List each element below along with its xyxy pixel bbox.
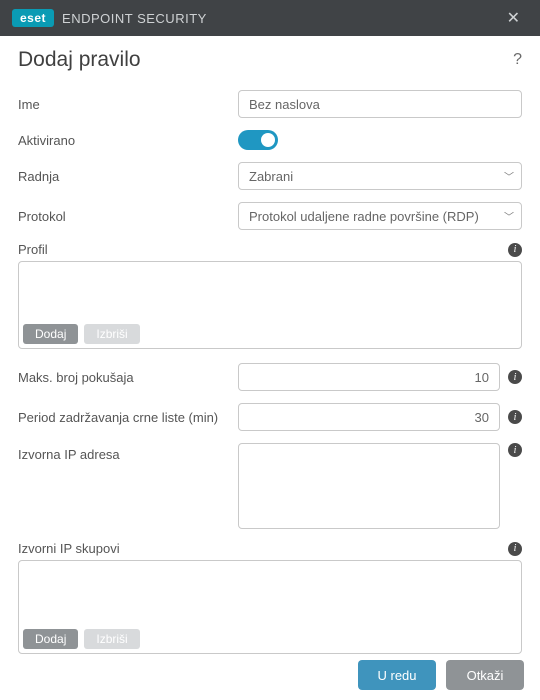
label-protocol: Protokol [18,209,238,224]
ipsets-listbox[interactable]: Dodaj Izbriši [18,560,522,654]
header-row: Dodaj pravilo ? [18,48,522,72]
row-protocol: Protokol ﹀ [18,202,522,230]
label-source-ip-sets: Izvorni IP skupovi [18,541,120,556]
info-icon[interactable]: i [508,542,522,556]
toggle-knob [261,133,275,147]
max-attempts-input[interactable] [238,363,500,391]
ok-button[interactable]: U redu [358,660,436,690]
label-profile: Profil [18,242,48,257]
profile-list-area[interactable] [23,266,517,320]
source-ip-input[interactable] [238,443,500,529]
label-max-attempts: Maks. broj pokušaja [18,370,238,385]
row-action: Radnja ﹀ [18,162,522,190]
titlebar: eset ENDPOINT SECURITY ✕ [0,0,540,36]
label-name: Ime [18,97,238,112]
ipsets-delete-button[interactable]: Izbriši [84,629,139,649]
help-icon[interactable]: ? [513,51,522,69]
row-enabled: Aktivirano [18,130,522,150]
content: Dodaj pravilo ? Ime Aktivirano Radnja ﹀ … [0,36,540,654]
label-blacklist-period: Period zadržavanja crne liste (min) [18,410,238,425]
close-icon[interactable]: ✕ [499,4,528,32]
ipsets-add-button[interactable]: Dodaj [23,629,78,649]
protocol-select[interactable] [238,202,522,230]
row-profile-label: Profil i [18,242,522,257]
row-source-ip: Izvorna IP adresa i [18,443,522,529]
info-icon[interactable]: i [508,443,522,457]
label-source-ip: Izvorna IP adresa [18,443,238,462]
row-blacklist-period: Period zadržavanja crne liste (min) i [18,403,522,431]
brand-name: ENDPOINT SECURITY [62,11,207,26]
info-icon[interactable]: i [508,243,522,257]
brand-logo: eset [12,9,54,27]
action-select[interactable] [238,162,522,190]
profile-listbox[interactable]: Dodaj Izbriši [18,261,522,349]
ipsets-list-area[interactable] [23,565,517,625]
blacklist-period-input[interactable] [238,403,500,431]
info-icon[interactable]: i [508,370,522,384]
page-title: Dodaj pravilo [18,48,141,72]
info-icon[interactable]: i [508,410,522,424]
cancel-button[interactable]: Otkaži [446,660,524,690]
label-action: Radnja [18,169,238,184]
enabled-toggle[interactable] [238,130,278,150]
profile-delete-button[interactable]: Izbriši [84,324,139,344]
profile-add-button[interactable]: Dodaj [23,324,78,344]
row-max-attempts: Maks. broj pokušaja i [18,363,522,391]
name-input[interactable] [238,90,522,118]
footer: U redu Otkaži [0,650,540,700]
row-ipsets-label: Izvorni IP skupovi i [18,541,522,556]
row-name: Ime [18,90,522,118]
label-enabled: Aktivirano [18,133,238,148]
